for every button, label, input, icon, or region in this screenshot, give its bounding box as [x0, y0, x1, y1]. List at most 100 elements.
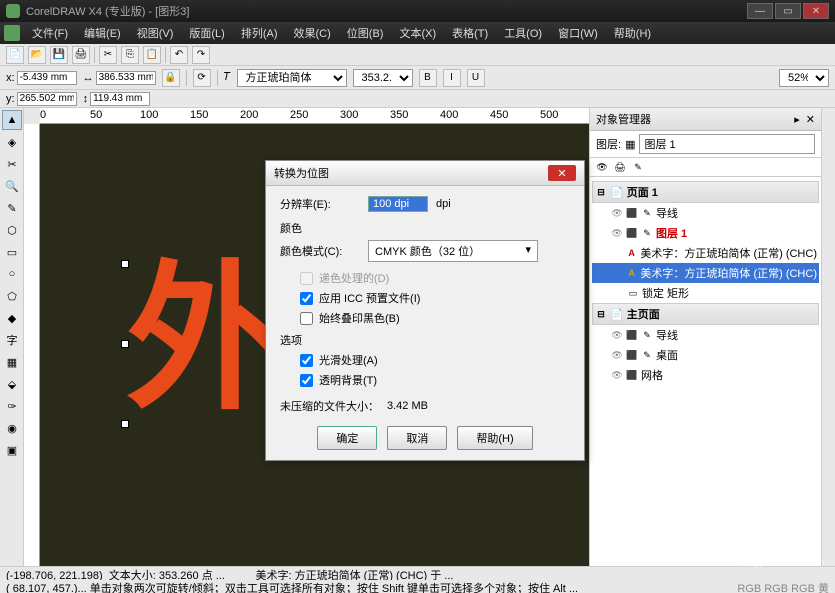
tree-layer-1[interactable]: 👁⬛✎ 图层 1	[592, 223, 819, 243]
transparent-checkbox[interactable]	[300, 374, 313, 387]
ellipse-tool[interactable]: ○	[2, 264, 22, 284]
tree-grid[interactable]: 👁⬛ 网格	[592, 365, 819, 385]
tree-locked-rect[interactable]: ▭ 锁定 矩形	[592, 283, 819, 303]
menu-bitmap[interactable]: 位图(B)	[339, 22, 392, 44]
save-button[interactable]: 💾	[50, 46, 68, 64]
dialog-close-button[interactable]: ✕	[548, 165, 576, 181]
undo-button[interactable]: ↶	[170, 46, 188, 64]
edit-icon[interactable]: ✎	[632, 161, 644, 173]
interactive-tool[interactable]: ⬙	[2, 374, 22, 394]
color-palette[interactable]	[821, 108, 835, 588]
menu-effects[interactable]: 效果(C)	[286, 22, 339, 44]
w-input[interactable]	[96, 71, 156, 85]
menu-arrange[interactable]: 排列(A)	[233, 22, 286, 44]
zoom-tool[interactable]: 🔍	[2, 176, 22, 196]
open-button[interactable]: 📂	[28, 46, 46, 64]
tree-desktop[interactable]: 👁⬛✎ 桌面	[592, 345, 819, 365]
underline-button[interactable]: U	[467, 69, 485, 87]
panel-title-label: 对象管理器	[596, 111, 651, 127]
toolbox: ▲ ◈ ✂ 🔍 ✎ ⬡ ▭ ○ ⬠ ◆ 字 ▦ ⬙ ✑ ◉ ▣	[0, 108, 24, 588]
color-mode-select[interactable]: CMYK 颜色（32 位）▾	[368, 240, 538, 262]
layer-select[interactable]: 图层 1	[639, 134, 815, 154]
new-button[interactable]: 📄	[6, 46, 24, 64]
menu-file[interactable]: 文件(F)	[24, 22, 76, 44]
tree-guide[interactable]: 👁⬛✎ 导线	[592, 203, 819, 223]
overprint-label: 始终叠印黑色(B)	[319, 310, 400, 326]
basic-shapes-tool[interactable]: ◆	[2, 308, 22, 328]
object-tree: ⊟📄 页面 1 👁⬛✎ 导线 👁⬛✎ 图层 1 A 美术字：方正琥珀简体 (正常…	[590, 177, 821, 389]
menu-table[interactable]: 表格(T)	[444, 22, 496, 44]
dither-checkbox-row: 递色处理的(D)	[300, 270, 570, 286]
italic-button[interactable]: I	[443, 69, 461, 87]
status-coords: (-198.706, 221.198)	[6, 570, 103, 580]
close-button[interactable]: ✕	[803, 3, 829, 19]
menu-bar: 文件(F) 编辑(E) 视图(V) 版面(L) 排列(A) 效果(C) 位图(B…	[0, 22, 835, 44]
y-label: y:	[6, 93, 15, 105]
file-size-value: 3.42 MB	[387, 400, 428, 412]
polygon-tool[interactable]: ⬠	[2, 286, 22, 306]
app-menu-icon[interactable]	[4, 25, 20, 41]
resolution-input[interactable]: 100 dpi	[368, 196, 428, 212]
show-icon[interactable]: 👁	[596, 161, 608, 173]
outline-tool[interactable]: ◉	[2, 418, 22, 438]
selection-handle[interactable]	[121, 340, 129, 348]
shape-tool[interactable]: ◈	[2, 132, 22, 152]
copy-button[interactable]: ⎘	[121, 46, 139, 64]
status-rgb: RGB RGB RGB 黄	[737, 580, 829, 593]
fill-tool[interactable]: ▣	[2, 440, 22, 460]
menu-tools[interactable]: 工具(O)	[496, 22, 550, 44]
text-object[interactable]: 外	[126, 260, 286, 420]
menu-text[interactable]: 文本(X)	[391, 22, 444, 44]
rotate-icon[interactable]: ⟳	[193, 69, 211, 87]
tree-master-page[interactable]: ⊟📄 主页面	[592, 303, 819, 325]
tree-master-guide[interactable]: 👁⬛✎ 导线	[592, 325, 819, 345]
lock-ratio-icon[interactable]: 🔒	[162, 69, 180, 87]
layer-toolbar-icon[interactable]: ▦	[625, 138, 635, 151]
minimize-button[interactable]: —	[747, 3, 773, 19]
selection-handle[interactable]	[121, 420, 129, 428]
selection-handle[interactable]	[121, 260, 129, 268]
eyedropper-tool[interactable]: ✑	[2, 396, 22, 416]
x-input[interactable]	[17, 71, 77, 85]
cut-button[interactable]: ✂	[99, 46, 117, 64]
font-size-select[interactable]: 353.2...	[353, 69, 413, 87]
smart-tool[interactable]: ⬡	[2, 220, 22, 240]
crop-tool[interactable]: ✂	[2, 154, 22, 174]
redo-button[interactable]: ↷	[192, 46, 210, 64]
freehand-tool[interactable]: ✎	[2, 198, 22, 218]
text-tool[interactable]: 字	[2, 330, 22, 350]
paste-button[interactable]: 📋	[143, 46, 161, 64]
table-tool[interactable]: ▦	[2, 352, 22, 372]
layer-label: 图层:	[596, 136, 621, 152]
ok-button[interactable]: 确定	[317, 426, 377, 450]
cancel-button[interactable]: 取消	[387, 426, 447, 450]
print-icon[interactable]: 🖨	[614, 161, 626, 173]
print-button[interactable]: 🖨	[72, 46, 90, 64]
tree-page-1[interactable]: ⊟📄 页面 1	[592, 181, 819, 203]
icc-checkbox[interactable]	[300, 292, 313, 305]
menu-window[interactable]: 窗口(W)	[550, 22, 606, 44]
pick-tool[interactable]: ▲	[2, 110, 22, 130]
bold-button[interactable]: B	[419, 69, 437, 87]
panel-menu-button[interactable]: ▸	[794, 113, 800, 126]
y-input[interactable]	[17, 92, 77, 106]
overprint-checkbox[interactable]	[300, 312, 313, 325]
menu-view[interactable]: 视图(V)	[129, 22, 182, 44]
font-select[interactable]: 方正琥珀简体	[237, 69, 347, 87]
font-icon: 𝑇	[224, 71, 231, 84]
h-input[interactable]	[90, 92, 150, 106]
menu-layout[interactable]: 版面(L)	[181, 22, 232, 44]
maximize-button[interactable]: ▭	[775, 3, 801, 19]
tree-art-text-2[interactable]: A 美术字：方正琥珀简体 (正常) (CHC)	[592, 263, 819, 283]
smooth-checkbox[interactable]	[300, 354, 313, 367]
color-mode-label: 颜色模式(C):	[280, 243, 360, 259]
tree-art-text-1[interactable]: A 美术字：方正琥珀简体 (正常) (CHC)	[592, 243, 819, 263]
menu-edit[interactable]: 编辑(E)	[76, 22, 129, 44]
property-bar: x: ↔ 🔒 ⟳ 𝑇 方正琥珀简体 353.2... B I U 52%	[0, 66, 835, 90]
panel-close-button[interactable]: ✕	[806, 113, 815, 126]
menu-help[interactable]: 帮助(H)	[606, 22, 659, 44]
help-button[interactable]: 帮助(H)	[457, 426, 532, 450]
zoom-select[interactable]: 52%	[779, 69, 829, 87]
h-label: ↕	[83, 93, 89, 105]
rectangle-tool[interactable]: ▭	[2, 242, 22, 262]
